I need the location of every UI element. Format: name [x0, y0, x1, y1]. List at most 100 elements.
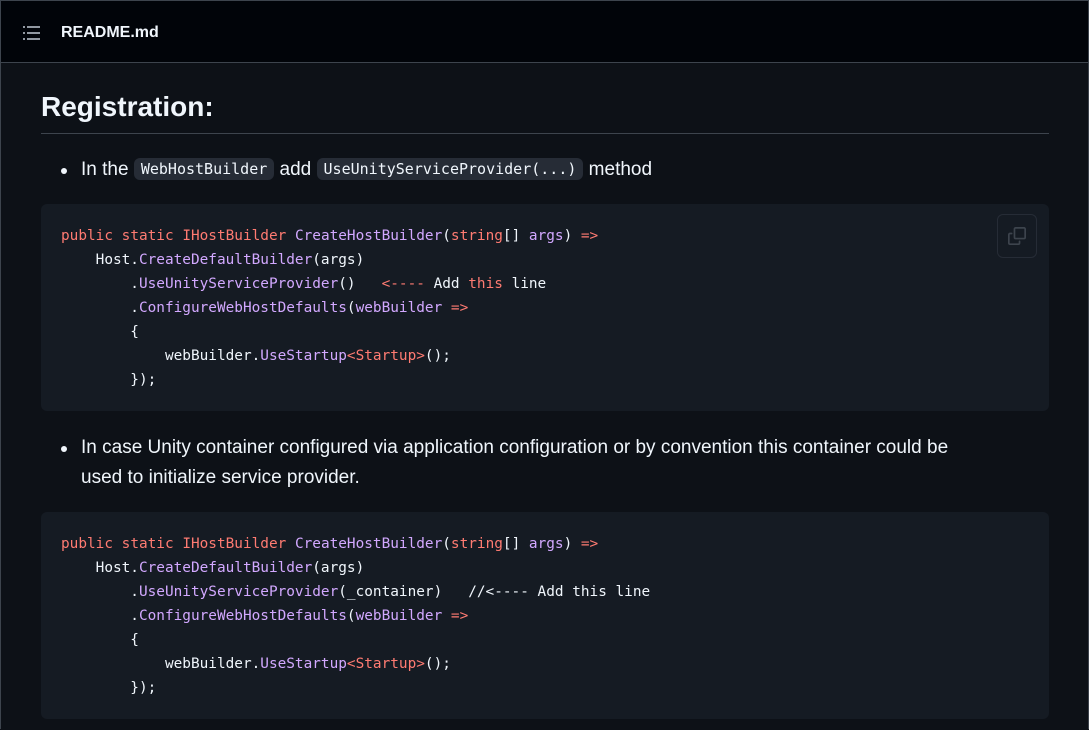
code-token: Startup: [355, 348, 417, 364]
code-token: });: [61, 372, 157, 388]
list-item: In case Unity container configured via a…: [41, 433, 1049, 493]
code-token: >: [416, 348, 425, 364]
code-token: []: [502, 536, 529, 552]
code-token: .: [61, 608, 139, 624]
copy-button[interactable]: [997, 214, 1037, 258]
code-token: webBuilder: [355, 300, 443, 316]
code-token: //<---- Add this line: [468, 584, 651, 600]
code-token: .: [61, 276, 139, 292]
section-heading: Registration:: [41, 91, 214, 122]
code-line: webBuilder.UseStartup<Startup>();: [61, 652, 1029, 676]
bullet-dot: [61, 168, 67, 174]
code-token: Host.: [61, 252, 139, 268]
code-token: (): [338, 276, 382, 292]
code-token: });: [61, 680, 157, 696]
code-token: this: [468, 276, 503, 292]
code-line: {: [61, 628, 1029, 652]
code-token: Startup: [355, 656, 417, 672]
code-token: {: [61, 324, 139, 340]
code-line: });: [61, 676, 1029, 700]
readme-panel: README.md Registration: In the WebHostBu…: [0, 0, 1089, 729]
code-token: (: [346, 300, 356, 316]
code-token: static: [121, 536, 174, 552]
list-item-text: In case Unity container configured via a…: [81, 433, 1031, 493]
code-token: args: [528, 228, 564, 244]
code-line: public static IHostBuilder CreateHostBui…: [61, 224, 1029, 248]
code-block: public static IHostBuilder CreateHostBui…: [41, 512, 1049, 719]
code-token: CreateDefaultBuilder: [138, 252, 313, 268]
text-segment: method: [583, 159, 653, 180]
code-content[interactable]: public static IHostBuilder CreateHostBui…: [41, 204, 1049, 412]
code-token: line: [502, 276, 547, 292]
code-line: .ConfigureWebHostDefaults(webBuilder =>: [61, 296, 1029, 320]
list-item-text: In the WebHostBuilder add UseUnityServic…: [81, 155, 1031, 185]
code-line: public static IHostBuilder CreateHostBui…: [61, 532, 1029, 556]
code-token: .: [61, 300, 139, 316]
code-token: string: [450, 536, 503, 552]
code-token: <: [346, 656, 356, 672]
code-token: =>: [580, 228, 599, 244]
code-token: ): [563, 228, 581, 244]
code-token: ();: [424, 656, 451, 672]
code-token: static: [121, 228, 174, 244]
code-token: =>: [580, 536, 599, 552]
code-token: .: [61, 584, 139, 600]
code-token: (args): [312, 252, 365, 268]
code-token: UseUnityServiceProvider: [138, 584, 339, 600]
code-token: public: [61, 228, 113, 244]
readme-header: README.md: [1, 1, 1088, 63]
code-token: =>: [450, 300, 469, 316]
text-line: used to initialize service provider.: [81, 467, 360, 488]
text-segment: add: [274, 159, 317, 180]
code-line: Host.CreateDefaultBuilder(args): [61, 556, 1029, 580]
code-token: <----: [381, 276, 425, 292]
code-line: .UseUnityServiceProvider(_container) //<…: [61, 580, 1029, 604]
code-token: (: [442, 536, 451, 552]
code-line: webBuilder.UseStartup<Startup>();: [61, 344, 1029, 368]
code-line: {: [61, 320, 1029, 344]
code-token: (args): [312, 560, 365, 576]
inline-code: UseUnityServiceProvider(...): [316, 158, 584, 180]
code-token: Add: [424, 276, 469, 292]
code-token: webBuilder: [355, 608, 443, 624]
code-token: CreateDefaultBuilder: [138, 560, 313, 576]
code-token: Host.: [61, 560, 139, 576]
file-title[interactable]: README.md: [61, 22, 159, 44]
code-line: .UseUnityServiceProvider() <---- Add thi…: [61, 272, 1029, 296]
code-token: IHostBuilder: [182, 536, 287, 552]
code-token: CreateHostBuilder: [294, 536, 443, 552]
code-token: ): [563, 536, 581, 552]
code-token: args: [528, 536, 564, 552]
text-line: In case Unity container configured via a…: [81, 437, 949, 458]
code-line: });: [61, 368, 1029, 392]
code-token: <: [346, 348, 356, 364]
code-token: (_container): [338, 584, 469, 600]
code-token: UseStartup: [260, 656, 347, 672]
code-token: {: [61, 632, 139, 648]
text-segment: In the: [81, 159, 134, 180]
inline-code: WebHostBuilder: [133, 158, 275, 180]
code-token: >: [416, 656, 425, 672]
code-token: ConfigureWebHostDefaults: [138, 300, 347, 316]
list-unordered-icon[interactable]: [23, 25, 41, 41]
code-token: ();: [424, 348, 451, 364]
code-token: (: [442, 228, 451, 244]
heading-divider: [41, 133, 1049, 134]
code-token: webBuilder.: [61, 656, 261, 672]
code-token: string: [450, 228, 503, 244]
copy-icon: [1008, 227, 1026, 245]
code-block: public static IHostBuilder CreateHostBui…: [41, 204, 1049, 411]
code-line: .ConfigureWebHostDefaults(webBuilder =>: [61, 604, 1029, 628]
code-content[interactable]: public static IHostBuilder CreateHostBui…: [41, 512, 1049, 720]
code-token: CreateHostBuilder: [294, 228, 443, 244]
code-token: =>: [450, 608, 469, 624]
bullet-dot: [61, 446, 67, 452]
code-line: Host.CreateDefaultBuilder(args): [61, 248, 1029, 272]
code-token: []: [502, 228, 529, 244]
